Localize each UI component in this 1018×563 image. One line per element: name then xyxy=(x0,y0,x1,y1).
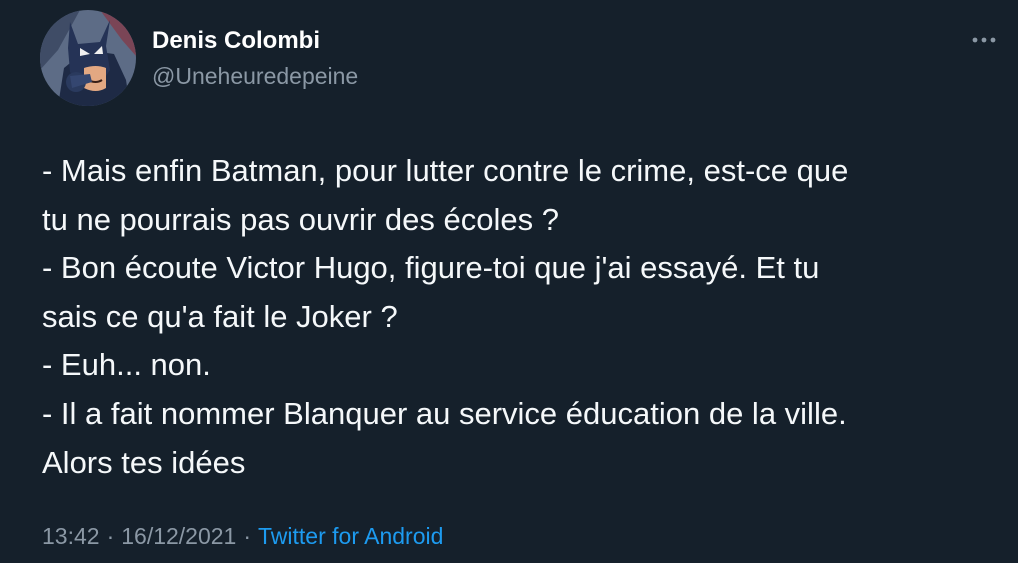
meta-separator: · xyxy=(106,523,115,549)
batman-avatar[interactable] xyxy=(40,10,136,106)
tweet-time[interactable]: 13:42 xyxy=(42,523,100,549)
tweet-text-line: Alors tes idées xyxy=(42,444,246,480)
tweet-text-line: - Bon écoute Victor Hugo, figure-toi que… xyxy=(42,250,820,286)
author-display-name[interactable]: Denis Colombi xyxy=(152,26,358,56)
tweet-source-link[interactable]: Twitter for Android xyxy=(258,523,443,549)
tweet-text-line: sais ce qu'a fait le Joker ? xyxy=(42,298,398,334)
tweet-date[interactable]: 16/12/2021 xyxy=(121,523,236,549)
more-horizontal-icon[interactable] xyxy=(970,30,998,50)
tweet-text-line: - Mais enfin Batman, pour lutter contre … xyxy=(42,153,849,188)
tweet-text-line: - Euh... non. xyxy=(42,347,211,383)
batman-avatar-icon xyxy=(40,10,136,106)
author-block: Denis Colombi @Uneheuredepeine xyxy=(152,26,358,91)
tweet-meta: 13:42 · 16/12/2021 · Twitter for Android xyxy=(42,520,443,552)
tweet-text: - Mais enfin Batman, pour lutter contre … xyxy=(42,147,1002,487)
tweet-card: Denis Colombi @Uneheuredepeine - Mais en… xyxy=(0,0,1018,563)
tweet-text-line: tu ne pourrais pas ouvrir des écoles ? xyxy=(42,201,559,237)
author-handle[interactable]: @Uneheuredepeine xyxy=(152,61,358,91)
meta-separator: · xyxy=(243,523,252,549)
tweet-text-line: - Il a fait nommer Blanquer au service é… xyxy=(42,395,847,431)
